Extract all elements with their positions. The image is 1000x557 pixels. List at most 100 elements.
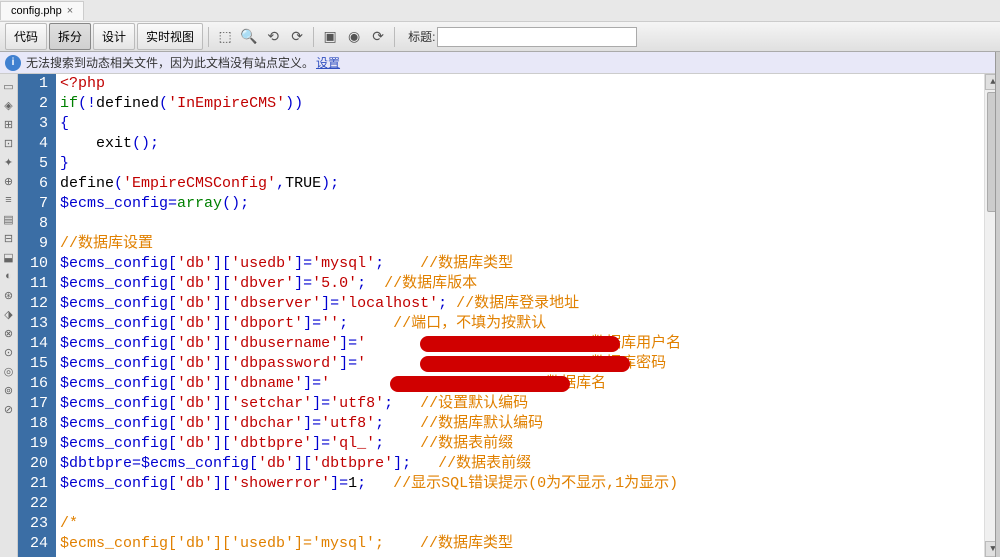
code-area[interactable]: <?phpif(!defined('InEmpireCMS')){ exit()… xyxy=(56,74,1000,557)
view-design-button[interactable]: 设计 xyxy=(93,23,135,50)
line-number: 7 xyxy=(22,194,48,214)
inspect-icon[interactable]: ⬚ xyxy=(214,26,236,48)
redaction-mark xyxy=(420,356,630,372)
view-code-button[interactable]: 代码 xyxy=(5,23,47,50)
side-tool-icon[interactable]: ⊚ xyxy=(1,382,17,398)
main-area: ▭ ◈ ⊞ ⊡ ✦ ⊕ ≡ ▤ ⊟ ⬓ ◐ ⊛ ⬗ ⊗ ⊙ ◎ ⊚ ⊘ 1234… xyxy=(0,74,1000,557)
line-number: 21 xyxy=(22,474,48,494)
line-number: 17 xyxy=(22,394,48,414)
line-number: 10 xyxy=(22,254,48,274)
code-line[interactable]: define('EmpireCMSConfig',TRUE); xyxy=(60,174,996,194)
side-toolbar: ▭ ◈ ⊞ ⊡ ✦ ⊕ ≡ ▤ ⊟ ⬓ ◐ ⊛ ⬗ ⊗ ⊙ ◎ ⊚ ⊘ xyxy=(0,74,18,557)
toolbar-separator xyxy=(394,27,395,47)
zoom-icon[interactable]: 🔍 xyxy=(238,26,260,48)
code-line[interactable]: $ecms_config['db']['dbver']='5.0'; //数据库… xyxy=(60,274,996,294)
code-line[interactable]: $ecms_config['db']['dbusername']=' //数据库… xyxy=(60,334,996,354)
side-tool-icon[interactable]: ⬓ xyxy=(1,249,17,265)
line-number: 23 xyxy=(22,514,48,534)
code-line[interactable]: /* xyxy=(60,514,996,534)
line-number: 16 xyxy=(22,374,48,394)
toolbar-separator xyxy=(313,27,314,47)
info-bar: i 无法搜索到动态相关文件，因为此文档没有站点定义。 设置 xyxy=(0,52,1000,74)
side-tool-icon[interactable]: ⊕ xyxy=(1,173,17,189)
side-tool-icon[interactable]: ◎ xyxy=(1,363,17,379)
code-line[interactable]: $ecms_config['db']['dbname']=' //数据库名 xyxy=(60,374,996,394)
line-number: 9 xyxy=(22,234,48,254)
line-number: 11 xyxy=(22,274,48,294)
side-tool-icon[interactable]: ▤ xyxy=(1,211,17,227)
side-tool-icon[interactable]: ◈ xyxy=(1,97,17,113)
code-line[interactable]: <?php xyxy=(60,74,996,94)
side-tool-icon[interactable]: ⬗ xyxy=(1,306,17,322)
side-tool-icon[interactable]: ⊙ xyxy=(1,344,17,360)
code-line[interactable]: $ecms_config['db']['usedb']='mysql'; //数… xyxy=(60,254,996,274)
line-number: 13 xyxy=(22,314,48,334)
line-number: 15 xyxy=(22,354,48,374)
tab-bar: config.php × xyxy=(0,0,1000,22)
line-number: 20 xyxy=(22,454,48,474)
code-line[interactable]: } xyxy=(60,154,996,174)
nav-back-icon[interactable]: ⟲ xyxy=(262,26,284,48)
right-panel-edge[interactable] xyxy=(995,52,1000,557)
tab-close-icon[interactable]: × xyxy=(67,5,73,17)
side-tool-icon[interactable]: ⊗ xyxy=(1,325,17,341)
code-line[interactable]: exit(); xyxy=(60,134,996,154)
line-gutter: 123456789101112131415161718192021222324 xyxy=(18,74,56,557)
tool2-icon[interactable]: ◉ xyxy=(343,26,365,48)
code-line[interactable]: $ecms_config['db']['dbserver']='localhos… xyxy=(60,294,996,314)
side-tool-icon[interactable]: ✦ xyxy=(1,154,17,170)
info-icon: i xyxy=(5,55,21,71)
side-tool-icon[interactable]: ≡ xyxy=(1,192,17,208)
code-line[interactable]: $ecms_config['db']['setchar']='utf8'; //… xyxy=(60,394,996,414)
settings-link[interactable]: 设置 xyxy=(316,54,340,71)
nav-forward-icon[interactable]: ⟳ xyxy=(286,26,308,48)
view-live-button[interactable]: 实时视图 xyxy=(137,23,203,50)
tab-label: config.php xyxy=(11,5,62,17)
code-line[interactable]: $ecms_config['db']['dbtbpre']='ql_'; //数… xyxy=(60,434,996,454)
code-line[interactable] xyxy=(60,214,996,234)
code-line[interactable]: $ecms_config['db']['dbport']=''; //端口，不填… xyxy=(60,314,996,334)
line-number: 24 xyxy=(22,534,48,554)
title-label: 标题: xyxy=(408,28,435,45)
code-line[interactable]: $ecms_config['db']['showerror']=1; //显示S… xyxy=(60,474,996,494)
line-number: 22 xyxy=(22,494,48,514)
line-number: 5 xyxy=(22,154,48,174)
view-split-button[interactable]: 拆分 xyxy=(49,23,91,50)
code-editor[interactable]: 123456789101112131415161718192021222324 … xyxy=(18,74,1000,557)
info-text: 无法搜索到动态相关文件，因为此文档没有站点定义。 xyxy=(26,54,314,71)
redaction-mark xyxy=(420,336,620,352)
file-tab[interactable]: config.php × xyxy=(0,1,84,20)
code-line[interactable]: $ecms_config['db']['usedb']='mysql'; //数… xyxy=(60,534,996,554)
toolbar-separator xyxy=(208,27,209,47)
title-input[interactable] xyxy=(437,27,637,47)
side-tool-icon[interactable]: ⊟ xyxy=(1,230,17,246)
refresh-icon[interactable]: ⟳ xyxy=(367,26,389,48)
side-tool-icon[interactable]: ▭ xyxy=(1,78,17,94)
line-number: 2 xyxy=(22,94,48,114)
line-number: 8 xyxy=(22,214,48,234)
side-tool-icon[interactable]: ⊡ xyxy=(1,135,17,151)
side-tool-icon[interactable]: ⊛ xyxy=(1,287,17,303)
side-tool-icon[interactable]: ◐ xyxy=(1,268,17,284)
tool1-icon[interactable]: ▣ xyxy=(319,26,341,48)
line-number: 6 xyxy=(22,174,48,194)
code-line[interactable]: $ecms_config['db']['dbpassword']=' //数据库… xyxy=(60,354,996,374)
line-number: 3 xyxy=(22,114,48,134)
code-line[interactable]: //数据库设置 xyxy=(60,234,996,254)
line-number: 18 xyxy=(22,414,48,434)
line-number: 14 xyxy=(22,334,48,354)
redaction-mark xyxy=(390,376,570,392)
code-line[interactable] xyxy=(60,494,996,514)
line-number: 19 xyxy=(22,434,48,454)
main-toolbar: 代码 拆分 设计 实时视图 ⬚ 🔍 ⟲ ⟳ ▣ ◉ ⟳ 标题: xyxy=(0,22,1000,52)
line-number: 1 xyxy=(22,74,48,94)
code-line[interactable]: $ecms_config=array(); xyxy=(60,194,996,214)
code-line[interactable]: $dbtbpre=$ecms_config['db']['dbtbpre']; … xyxy=(60,454,996,474)
side-tool-icon[interactable]: ⊞ xyxy=(1,116,17,132)
line-number: 4 xyxy=(22,134,48,154)
code-line[interactable]: { xyxy=(60,114,996,134)
code-line[interactable]: if(!defined('InEmpireCMS')) xyxy=(60,94,996,114)
line-number: 12 xyxy=(22,294,48,314)
code-line[interactable]: $ecms_config['db']['dbchar']='utf8'; //数… xyxy=(60,414,996,434)
side-tool-icon[interactable]: ⊘ xyxy=(1,401,17,417)
